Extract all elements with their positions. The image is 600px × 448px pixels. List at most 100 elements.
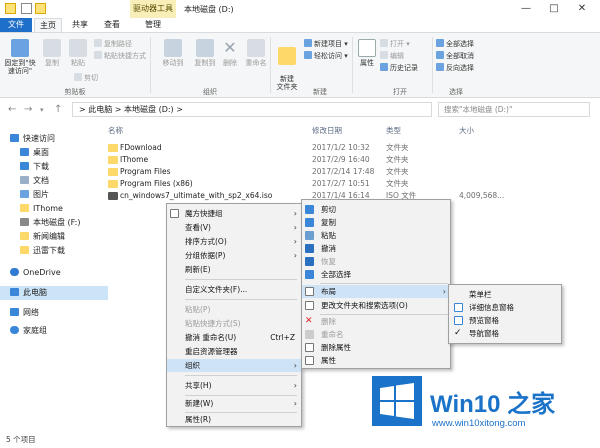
copy-button[interactable]: 复制 [40,39,64,67]
search-input[interactable]: 搜索"本地磁盘 (D:)" [438,102,590,117]
menu-item-view[interactable]: 查看(V) › [167,221,301,234]
cut-button[interactable]: 剪切 [74,73,98,83]
properties-check-icon [305,356,314,365]
ribbon: 固定到"快速访问" 复制 粘贴 复制路径 粘贴快捷方式 剪切 剪贴板 移动到 复… [0,32,600,98]
disc-image-icon [108,192,118,200]
menu-item-preview-pane[interactable]: 预览窗格 [449,314,561,327]
pin-quick-access-button[interactable]: 固定到"快速访问" [2,39,38,75]
new-folder-icon[interactable] [35,3,46,14]
minimize-button[interactable]: — [512,0,540,18]
menu-item-menu-bar[interactable]: 菜单栏 [449,288,561,301]
menu-item-remove-properties[interactable]: 删除属性 [302,341,450,354]
copy-icon [305,218,314,227]
menu-item-properties[interactable]: 属性 [302,354,450,367]
drive-tools-contextual-tab[interactable]: 驱动器工具 [130,0,176,18]
menu-item-folder-options[interactable]: 更改文件夹和搜索选项(O) [302,299,450,312]
drive-icon [20,218,29,226]
menu-item-layout[interactable]: 布局 › [302,285,450,298]
table-row[interactable]: FDownload 2017/1/2 10:32 文件夹 [100,142,600,154]
table-row[interactable]: Program Files 2017/2/14 17:48 文件夹 [100,166,600,178]
submenu-arrow-icon: › [293,237,297,246]
edit-button[interactable]: 编辑 [380,51,404,61]
delete-button[interactable]: ✕ 删除 [220,39,240,68]
menu-item-restart-explorer[interactable]: 重启资源管理器 [167,345,301,358]
menu-item-undo-rename[interactable]: 撤消 重命名(U) Ctrl+Z [167,331,301,344]
rename-button[interactable]: 重命名 [244,39,268,67]
menu-item-select-all[interactable]: 全部选择 [302,268,450,281]
tab-home[interactable]: 主页 [34,18,62,32]
invert-selection-button[interactable]: 反向选择 [436,63,474,73]
menu-item-cut[interactable]: 剪切 [302,203,450,216]
nav-this-pc[interactable]: 此电脑 [0,286,108,300]
edit-icon [380,51,388,59]
layout-submenu: 菜单栏 详细信息窗格 预览窗格 ✓ 导航窗格 [448,284,562,344]
column-header-size[interactable]: 大小 [459,125,474,136]
menu-item-refresh[interactable]: 刷新(E) [167,263,301,276]
column-header-type[interactable]: 类型 [386,125,401,136]
menu-item-customize-folder[interactable]: 自定义文件夹(F)... [167,283,301,296]
menu-item-paste[interactable]: 粘贴 [302,229,450,242]
select-all-button[interactable]: 全部选择 [436,39,474,49]
column-header-date[interactable]: 修改日期 [312,125,342,136]
menu-item-paste-shortcut[interactable]: 粘贴快捷方式(S) [167,317,301,330]
menu-item-share[interactable]: 共享(H) › [167,379,301,392]
new-item-button[interactable]: 新建项目 ▾ [304,39,348,49]
copy-to-button[interactable]: 复制到 [190,39,220,67]
new-folder-button[interactable]: 新建 文件夹 [274,39,300,91]
tab-share[interactable]: 共享 [66,18,94,32]
easy-access-button[interactable]: 轻松访问 ▾ [304,51,348,61]
tab-view[interactable]: 查看 [98,18,126,32]
tab-manage[interactable]: 管理 [136,18,170,32]
properties-icon[interactable] [21,3,32,14]
menu-item-undo[interactable]: 撤消 [302,242,450,255]
nav-homegroup[interactable]: 家庭组 [10,324,108,338]
menu-item-sort[interactable]: 排序方式(O) › [167,235,301,248]
menu-separator [320,283,448,284]
nav-quick-access[interactable]: 快速访问 [10,132,108,146]
menu-item-group-by[interactable]: 分组依据(P) › [167,249,301,262]
menu-item-delete[interactable]: ✕ 删除 [302,315,450,328]
up-arrow-icon[interactable]: ↑ [54,104,62,115]
maximize-button[interactable]: □ [540,0,568,18]
menu-item-new[interactable]: 新建(W) › [167,397,301,410]
menu-item-redo[interactable]: 恢复 [302,255,450,268]
menu-item-details-pane[interactable]: 详细信息窗格 [449,301,561,314]
homegroup-icon [10,326,19,334]
menu-item-paste[interactable]: 粘贴(P) [167,303,301,316]
address-input[interactable]: > 此电脑 > 本地磁盘 (D:) > [72,102,432,117]
computer-icon [10,288,19,296]
menu-item-mofang[interactable]: 魔方快捷组 › [167,207,301,220]
menu-separator [185,375,297,376]
table-row[interactable]: Program Files (x86) 2017/2/7 10:51 文件夹 [100,178,600,190]
menu-item-properties[interactable]: 属性(R) [167,413,301,426]
invert-selection-icon [436,63,444,71]
paste-button[interactable]: 粘贴 [66,39,90,67]
preview-pane-icon [454,316,463,325]
forward-arrow-icon[interactable]: → [24,104,32,115]
close-button[interactable]: ✕ [568,0,596,18]
nav-onedrive[interactable]: OneDrive [10,266,108,280]
menu-item-copy[interactable]: 复制 [302,216,450,229]
properties-button[interactable]: 属性 [356,39,378,67]
menu-item-organize[interactable]: 组织 › [167,359,301,372]
group-separator [432,37,433,93]
paste-shortcut-button[interactable]: 粘贴快捷方式 [94,51,146,61]
move-to-button[interactable]: 移动到 [158,39,188,67]
tab-file[interactable]: 文件 [0,18,32,32]
history-button[interactable]: 历史记录 [380,63,418,73]
recent-chevron-icon[interactable]: ▾ [40,106,44,114]
menu-item-navigation-pane[interactable]: ✓ 导航窗格 [449,327,561,340]
menu-item-rename[interactable]: 重命名 [302,328,450,341]
open-button[interactable]: 打开 ▾ [380,39,410,49]
organize-submenu: 剪切 复制 粘贴 撤消 恢复 全部选择 布局 › 更改文件夹和搜索选项(O) ✕ 删… [301,199,451,369]
table-row[interactable]: IThome 2017/2/9 16:40 文件夹 [100,154,600,166]
select-none-button[interactable]: 全部取消 [436,51,474,61]
copy-path-button[interactable]: 复制路径 [94,39,132,49]
copy-path-icon [94,39,102,47]
checkmark-icon: ✓ [454,328,462,338]
nav-network[interactable]: 网络 [10,306,108,320]
brand-name: Win10 之家 [430,391,556,418]
back-arrow-icon[interactable]: ← [8,104,16,115]
ribbon-tabs: 文件 主页 共享 查看 管理 [0,18,600,32]
column-header-name[interactable]: 名称 [108,125,123,136]
